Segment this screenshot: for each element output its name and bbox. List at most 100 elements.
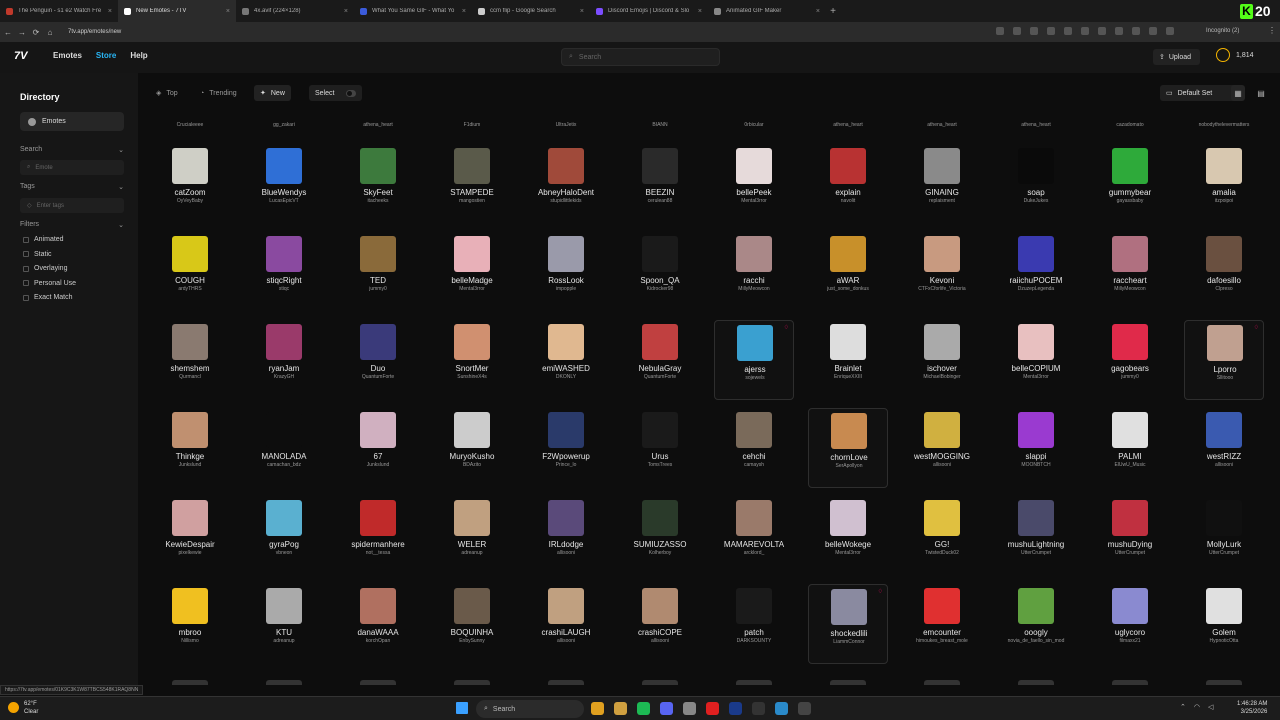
emote-card[interactable]: westMOGGING allisooni [902,408,982,488]
emote-thumbnail[interactable] [172,680,208,685]
emote-thumbnail[interactable] [1112,588,1148,624]
file-explorer-icon[interactable] [614,702,627,715]
profile-icon[interactable] [1166,27,1174,35]
sidebar-emotes-button[interactable]: Emotes [20,112,124,131]
emote-thumbnail[interactable] [831,413,867,449]
adobe-icon[interactable] [706,702,719,715]
emote-thumbnail[interactable] [266,324,302,360]
emote-card[interactable]: gagobears jummy0 [1090,320,1170,400]
emote-thumbnail[interactable] [1018,500,1054,536]
filter-option[interactable]: Animated [23,236,64,243]
nav-emotes[interactable]: Emotes [53,51,82,60]
tags-input[interactable]: ◇ Enter tags [20,198,124,213]
filter-option[interactable]: Personal Use [23,280,76,287]
emote-thumbnail[interactable] [548,236,584,272]
emote-thumbnail[interactable] [642,236,678,272]
emote-thumbnail[interactable] [266,236,302,272]
tab-trending[interactable]: ◔ Trending [194,85,243,101]
browser-tab[interactable]: Discord Emojis | Discord & Slo × [590,0,708,22]
nav-help[interactable]: Help [130,51,147,60]
emote-thumbnail[interactable] [924,324,960,360]
emote-thumbnail[interactable] [924,412,960,448]
url-field[interactable]: 7tv.app/emotes/new [68,29,968,35]
emote-thumbnail[interactable] [1206,412,1242,448]
close-icon[interactable]: × [816,8,820,15]
emote-card[interactable]: WELER adreanup [432,496,512,576]
emote-thumbnail[interactable] [266,412,302,448]
emote-card[interactable]: dafoesillo Clpreso [1184,232,1264,312]
emote-thumbnail[interactable] [1018,236,1054,272]
emote-card[interactable]: Spoon_QA Kidrocker98 [620,232,700,312]
filter-option[interactable]: Exact Match [23,294,73,301]
emote-thumbnail[interactable] [172,588,208,624]
incognito-badge[interactable]: Incognito (2) [1206,28,1239,34]
emote-thumbnail[interactable] [1112,500,1148,536]
select-toggle[interactable]: Select [309,85,362,101]
emote-card[interactable]: chornLove SerApollyon [808,408,888,488]
emote-thumbnail[interactable] [830,500,866,536]
emote-card[interactable]: BlueWendys LucasEpicVT [244,144,324,224]
forward-icon[interactable]: → [16,28,28,37]
filter-option[interactable]: Static [23,251,52,258]
extension-icon[interactable] [1047,27,1055,35]
emote-thumbnail[interactable] [642,588,678,624]
emote-card[interactable]: emiWASHED DKONLY [526,320,606,400]
close-icon[interactable]: × [580,8,584,15]
extension-icon[interactable] [1081,27,1089,35]
emote-thumbnail[interactable] [831,589,867,625]
emote-card[interactable]: raccheart MillyMeowcon [1090,232,1170,312]
app-icon[interactable] [752,702,765,715]
emote-card[interactable]: ajerss sojewels ♢ [714,320,794,400]
emote-card[interactable]: shemshem Qurmancl [150,320,230,400]
windows-start-icon[interactable] [456,702,468,714]
emote-card[interactable]: RossLook impopple [526,232,606,312]
kick-badge[interactable]: K 20 [1240,0,1280,22]
emote-thumbnail[interactable] [1206,500,1242,536]
close-icon[interactable]: × [344,8,348,15]
filter-option[interactable]: Overlaying [23,265,67,272]
emote-thumbnail[interactable] [360,588,396,624]
emote-thumbnail[interactable] [1207,325,1243,361]
emote-thumbnail[interactable] [1206,588,1242,624]
emote-thumbnail[interactable] [830,680,866,685]
emote-thumbnail[interactable] [454,680,490,685]
browser-tab[interactable]: The Penguin - s1 e2 Watch Fre × [0,0,118,22]
heart-icon[interactable]: ♢ [878,588,883,595]
tab-new[interactable]: ✦ New [254,85,291,101]
photoshop-icon[interactable] [729,702,742,715]
emote-thumbnail[interactable] [924,680,960,685]
app-icon[interactable] [683,702,696,715]
emote-card[interactable]: KewieDespair pixelkewie [150,496,230,576]
app-icon[interactable] [775,702,788,715]
emote-card[interactable]: TED jummy0 [338,232,418,312]
emote-card[interactable]: STAMPEDE mangostien [432,144,512,224]
emote-card[interactable]: gyraPog vbneon [244,496,324,576]
discord-icon[interactable] [660,702,673,715]
emote-card[interactable]: Kevoni CTFxCforlife_Victoria [902,232,982,312]
app-icon[interactable] [798,702,811,715]
emote-card[interactable]: KTU adreanup [244,584,324,664]
coin-balance[interactable]: 1,814 [1216,48,1254,62]
emote-thumbnail[interactable] [454,412,490,448]
emote-thumbnail[interactable] [1018,324,1054,360]
emote-thumbnail[interactable] [1112,148,1148,184]
emote-thumbnail[interactable] [360,680,396,685]
weather-widget[interactable]: 62°F Clear [24,700,38,716]
grid-large-view-icon[interactable]: ▦ [1231,85,1245,101]
download-icon[interactable] [1149,27,1157,35]
close-icon[interactable]: × [462,8,466,15]
wifi-icon[interactable]: ◠ [1194,703,1200,711]
emote-thumbnail[interactable] [736,148,772,184]
emote-card[interactable]: BOQUINHA EnbySunny [432,584,512,664]
emote-card[interactable]: danaWAAA korchOpan [338,584,418,664]
emote-thumbnail[interactable] [924,148,960,184]
tags-section-header[interactable]: Tags ⌄ [20,183,124,191]
emote-thumbnail[interactable] [360,148,396,184]
emote-card[interactable]: COUGH ardyTHRS [150,232,230,312]
nav-store[interactable]: Store [96,51,116,60]
emote-thumbnail[interactable] [360,236,396,272]
emote-thumbnail[interactable] [266,680,302,685]
browser-tab[interactable]: What You Same GIF - What Yo × [354,0,472,22]
emote-thumbnail[interactable] [736,412,772,448]
emote-thumbnail[interactable] [736,680,772,685]
